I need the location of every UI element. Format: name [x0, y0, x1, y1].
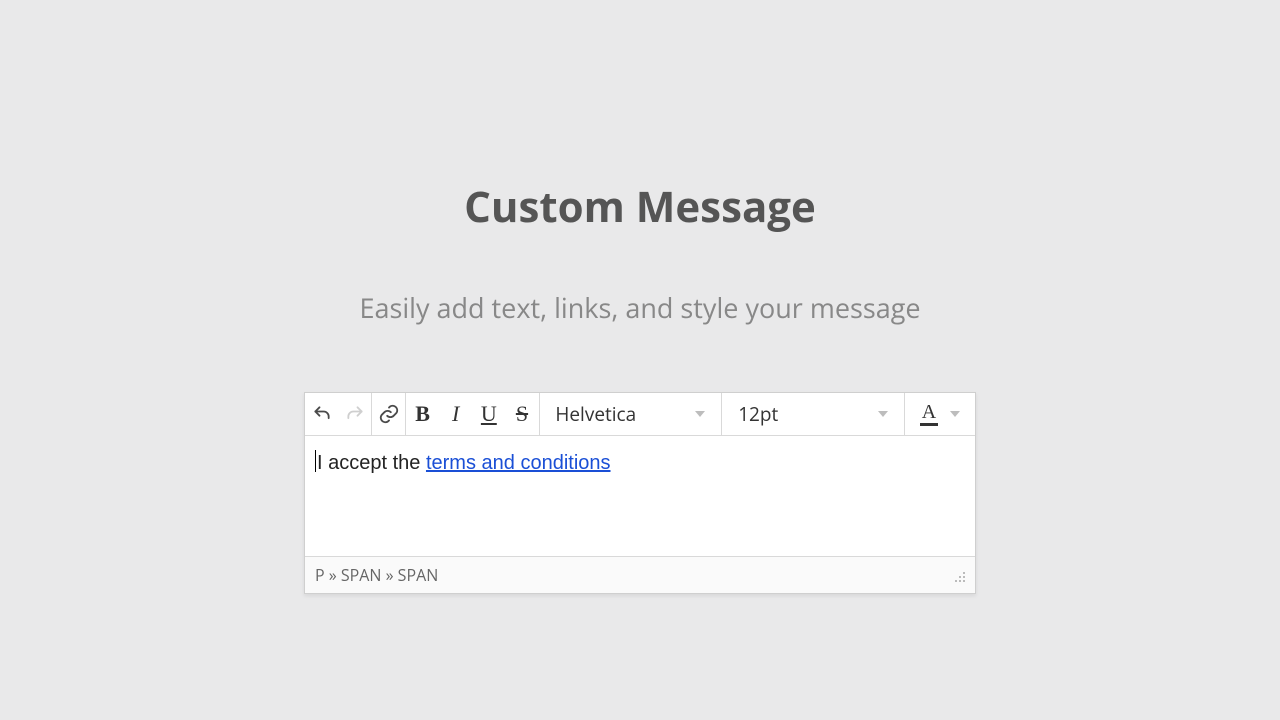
element-path: P » SPAN » SPAN — [315, 564, 438, 586]
editor-statusbar: P » SPAN » SPAN — [305, 556, 975, 593]
underline-button[interactable]: U — [472, 393, 505, 435]
font-family-select[interactable]: Helvetica — [539, 393, 721, 435]
redo-icon — [345, 404, 365, 424]
font-size-select[interactable]: 12pt — [722, 393, 904, 435]
content-text: I accept the — [317, 452, 426, 474]
font-family-value: Helvetica — [555, 401, 636, 427]
font-size-value: 12pt — [738, 401, 778, 427]
bold-button[interactable]: B — [406, 393, 439, 435]
text-color-glyph: A — [920, 402, 938, 426]
terms-link[interactable]: terms and conditions — [426, 452, 611, 474]
italic-glyph: I — [452, 401, 459, 427]
page-subtitle: Easily add text, links, and style your m… — [359, 289, 920, 326]
underline-glyph: U — [481, 401, 497, 427]
resize-grip[interactable] — [951, 568, 965, 582]
strike-glyph: S — [516, 401, 528, 427]
redo-button[interactable] — [338, 393, 371, 435]
undo-icon — [312, 404, 332, 424]
chevron-down-icon — [695, 411, 705, 417]
bold-glyph: B — [415, 401, 430, 427]
italic-button[interactable]: I — [439, 393, 472, 435]
strikethrough-button[interactable]: S — [505, 393, 538, 435]
editor-content[interactable]: I accept the terms and conditions — [305, 436, 975, 556]
rich-text-editor: B I U S Helvetica 12pt A I accept the te… — [304, 392, 976, 594]
link-icon — [378, 403, 400, 425]
link-button[interactable] — [372, 393, 405, 435]
undo-button[interactable] — [305, 393, 338, 435]
page-title: Custom Message — [464, 178, 816, 235]
chevron-down-icon — [950, 411, 960, 417]
text-cursor — [315, 450, 316, 472]
text-color-button[interactable]: A — [905, 393, 975, 435]
chevron-down-icon — [878, 411, 888, 417]
editor-toolbar: B I U S Helvetica 12pt A — [305, 393, 975, 436]
